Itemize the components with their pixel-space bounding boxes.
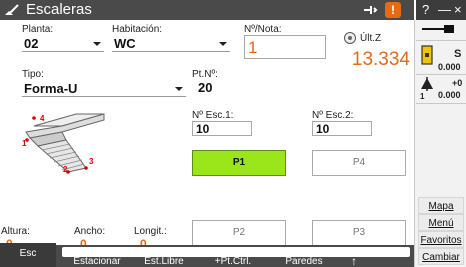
planta-dropdown[interactable]: 02 xyxy=(22,35,104,52)
point-button-p3[interactable]: P3 xyxy=(312,220,406,246)
app-window: Escaleras ! ? — × Planta: 02 Habitación:… xyxy=(0,0,466,267)
est-libre-button[interactable]: Est.Libre xyxy=(136,257,192,267)
sidebar-button-favoritos[interactable]: Favoritos xyxy=(418,231,464,248)
pt-no-value: 20 xyxy=(198,80,213,95)
s-value: 0.000 xyxy=(438,62,461,72)
habitacion-dropdown[interactable]: WC xyxy=(112,35,230,52)
help-button[interactable]: ? xyxy=(422,2,429,17)
paredes-button[interactable]: Paredes xyxy=(276,257,332,267)
point-button-p2[interactable]: P2 xyxy=(192,220,286,246)
sidebar-button-menu[interactable]: Menú xyxy=(418,214,464,231)
diagram-label-1: 1 xyxy=(22,139,27,148)
window-title: Escaleras xyxy=(26,1,92,18)
nota-label: Nº/Nota: xyxy=(244,24,282,35)
ult-z-label: Últ.Z xyxy=(360,33,382,44)
point-button-p1[interactable]: P1 xyxy=(192,150,286,176)
instrument-connection-icon[interactable] xyxy=(420,22,462,36)
esc2-value: 10 xyxy=(316,122,330,136)
s-label: S xyxy=(454,48,462,60)
minimize-button[interactable]: — xyxy=(438,2,451,17)
diagram-label-4: 4 xyxy=(40,114,45,123)
esc2-input[interactable]: 10 xyxy=(312,121,372,136)
nota-input[interactable]: 1 xyxy=(244,35,326,59)
ancho-label: Ancho: xyxy=(74,226,106,237)
prism-number: 1 xyxy=(420,92,425,101)
sidebar-divider xyxy=(416,103,466,104)
tipo-value: Forma-U xyxy=(24,81,78,96)
point-button-p4[interactable]: P4 xyxy=(312,150,406,176)
battery-icon[interactable] xyxy=(420,44,434,66)
stairs-app-icon[interactable] xyxy=(4,3,20,17)
prism-icon[interactable] xyxy=(420,77,434,91)
radio-link-icon[interactable] xyxy=(362,4,378,16)
sidebar-divider xyxy=(416,40,466,41)
title-bar: Escaleras ! xyxy=(0,0,414,20)
chevron-down-icon xyxy=(93,42,101,46)
pt-ctrl-button[interactable]: +Pt.Ctrl. xyxy=(202,257,264,267)
tipo-label: Tipo: xyxy=(22,69,44,80)
nota-value: 1 xyxy=(248,38,258,57)
esc1-label: Nº Esc.1: xyxy=(192,110,234,121)
delta-value: 0.000 xyxy=(438,90,461,100)
altura-label: Altura: xyxy=(1,226,30,237)
ult-z-value: 13.334 xyxy=(351,49,410,70)
delta-label: +0 xyxy=(452,78,463,88)
esc-button[interactable]: Esc xyxy=(0,243,56,267)
sidebar-button-mapa[interactable]: Mapa xyxy=(418,197,464,214)
habitacion-label: Habitación: xyxy=(112,24,163,35)
esc1-input[interactable]: 10 xyxy=(192,121,252,136)
planta-label: Planta: xyxy=(22,24,54,35)
habitacion-value: WC xyxy=(114,36,136,51)
warning-icon[interactable]: ! xyxy=(385,2,401,18)
diagram-label-2: 2 xyxy=(63,165,68,174)
window-controls: ? — × xyxy=(416,0,466,20)
pt-no-label: Pt.Nº: xyxy=(192,69,218,80)
longit-label: Longit.: xyxy=(134,226,167,237)
sidebar-button-cambiar-a[interactable]: Cambiar a xyxy=(418,248,464,265)
tipo-dropdown[interactable]: Forma-U xyxy=(22,80,186,97)
planta-value: 02 xyxy=(24,36,39,51)
chevron-down-icon xyxy=(175,87,183,91)
up-arrow-icon[interactable]: ↑ xyxy=(344,255,364,267)
esc2-label: Nº Esc.2: xyxy=(312,110,354,121)
diagram-label-3: 3 xyxy=(89,157,94,166)
sidebar-divider xyxy=(416,74,466,75)
close-button[interactable]: × xyxy=(454,2,462,17)
chevron-down-icon xyxy=(219,42,227,46)
estacionar-button[interactable]: Estacionar xyxy=(66,257,128,267)
ult-z-radio[interactable] xyxy=(344,32,356,44)
esc1-value: 10 xyxy=(196,122,210,136)
